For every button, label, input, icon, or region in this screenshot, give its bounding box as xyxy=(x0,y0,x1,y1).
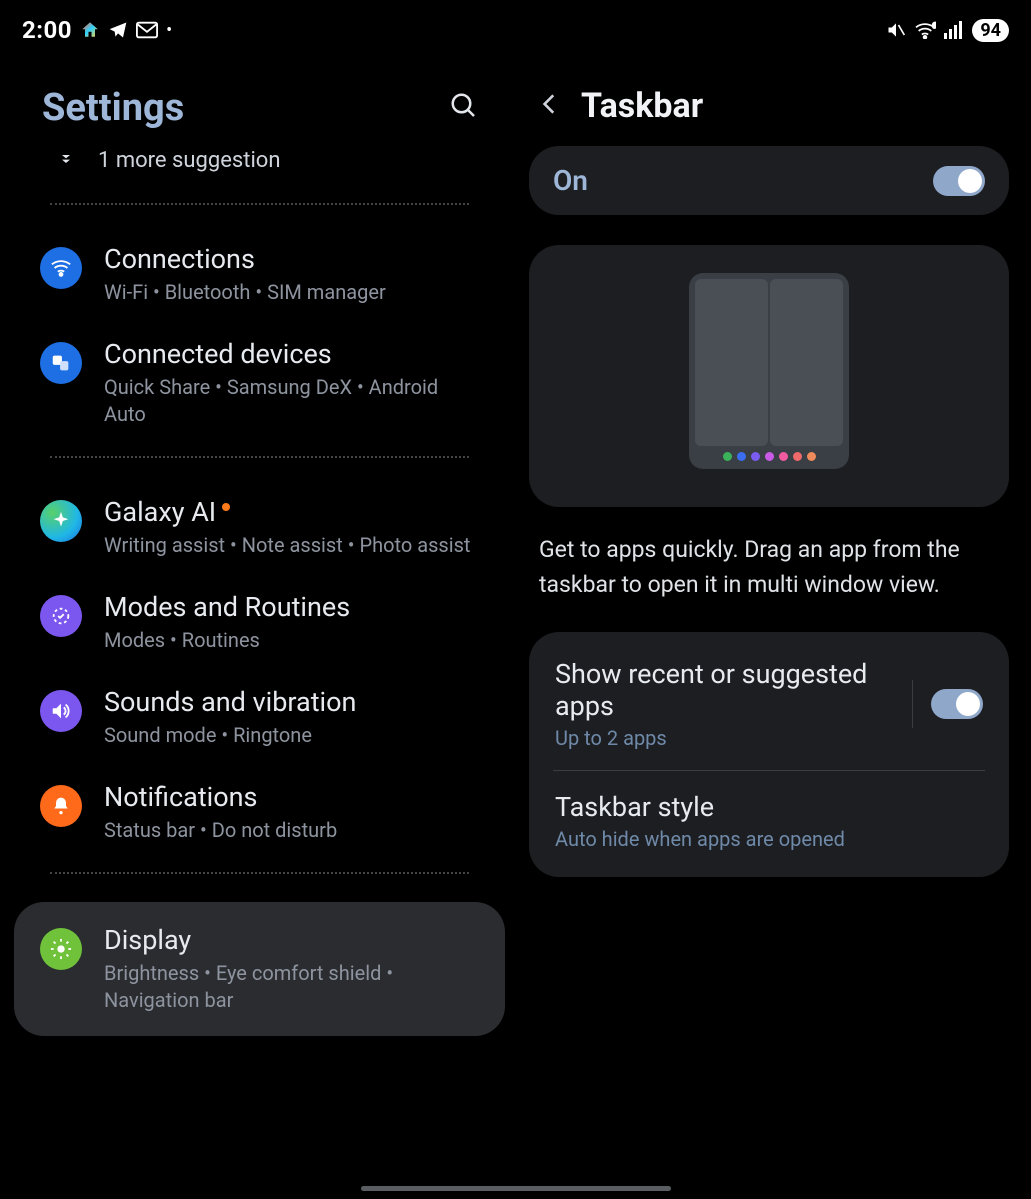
settings-item-modes-routines[interactable]: Modes and Routines Modes • Routines xyxy=(14,577,505,668)
taskbar-preview-card xyxy=(529,245,1009,507)
item-title: Galaxy AI xyxy=(104,496,470,528)
gmail-icon xyxy=(136,21,158,39)
taskbar-detail-pane: Taskbar On Get to apps quickly. Drag an … xyxy=(505,56,1031,1179)
taskbar-description: Get to apps quickly. Drag an app from th… xyxy=(529,507,1009,602)
settings-list-pane: Settings 1 more suggestion Connections W… xyxy=(0,56,505,1179)
more-notification-dot-icon: • xyxy=(166,20,172,41)
item-title: Connected devices xyxy=(104,338,475,370)
taskbar-options-card: Show recent or suggested apps Up to 2 ap… xyxy=(529,632,1009,877)
row-subtitle: Auto hide when apps are opened xyxy=(555,827,983,851)
settings-item-sounds-vibration[interactable]: Sounds and vibration Sound mode • Ringto… xyxy=(14,672,505,763)
divider xyxy=(50,456,469,458)
search-icon[interactable] xyxy=(449,91,479,125)
item-subtitle: Sound mode • Ringtone xyxy=(104,722,356,749)
bell-icon xyxy=(40,785,82,827)
expand-icon xyxy=(58,148,74,173)
show-recent-toggle[interactable] xyxy=(931,689,983,719)
settings-item-connected-devices[interactable]: Connected devices Quick Share • Samsung … xyxy=(14,324,505,442)
master-toggle-label: On xyxy=(553,164,588,197)
taskbar-style-row[interactable]: Taskbar style Auto hide when apps are op… xyxy=(553,771,985,871)
devices-icon xyxy=(40,342,82,384)
divider xyxy=(50,872,469,874)
wifi-circle-icon xyxy=(40,247,82,289)
item-title: Display xyxy=(104,924,475,956)
status-right: 6 94 xyxy=(886,19,1009,42)
home-indicator[interactable] xyxy=(361,1186,671,1191)
master-toggle[interactable] xyxy=(933,166,985,196)
divider xyxy=(50,203,469,205)
modes-icon xyxy=(40,595,82,637)
brightness-icon xyxy=(40,928,82,970)
svg-text:6: 6 xyxy=(933,21,937,30)
settings-item-notifications[interactable]: Notifications Status bar • Do not distur… xyxy=(14,767,505,858)
home-app-icon xyxy=(80,20,100,40)
telegram-icon xyxy=(108,20,128,40)
suggestion-text: 1 more suggestion xyxy=(98,148,281,173)
item-subtitle: Writing assist • Note assist • Photo ass… xyxy=(104,532,470,559)
settings-item-galaxy-ai[interactable]: Galaxy AI Writing assist • Note assist •… xyxy=(14,482,505,573)
preview-dock xyxy=(723,452,816,465)
back-icon[interactable] xyxy=(537,91,563,121)
show-recent-apps-row[interactable]: Show recent or suggested apps Up to 2 ap… xyxy=(553,638,985,770)
tablet-preview-icon xyxy=(689,273,849,469)
settings-title: Settings xyxy=(42,86,184,130)
detail-title: Taskbar xyxy=(581,86,703,126)
settings-suggestion-row[interactable]: 1 more suggestion xyxy=(14,136,505,191)
item-subtitle: Brightness • Eye comfort shield • Naviga… xyxy=(104,960,475,1014)
status-bar: 2:00 • 6 94 xyxy=(0,0,1031,56)
item-title-text: Galaxy AI xyxy=(104,496,216,528)
item-subtitle: Quick Share • Samsung DeX • Android Auto xyxy=(104,374,475,428)
item-title: Modes and Routines xyxy=(104,591,350,623)
item-subtitle: Wi-Fi • Bluetooth • SIM manager xyxy=(104,279,386,306)
item-subtitle: Modes • Routines xyxy=(104,627,350,654)
mute-icon xyxy=(886,20,906,40)
settings-item-connections[interactable]: Connections Wi-Fi • Bluetooth • SIM mana… xyxy=(14,229,505,320)
signal-icon xyxy=(944,21,964,39)
status-left: 2:00 • xyxy=(22,16,172,44)
sound-icon xyxy=(40,690,82,732)
separator xyxy=(912,680,913,728)
row-title: Show recent or suggested apps xyxy=(555,658,894,722)
item-title: Connections xyxy=(104,243,386,275)
item-title: Notifications xyxy=(104,781,337,813)
row-title: Taskbar style xyxy=(555,791,983,823)
settings-item-display[interactable]: Display Brightness • Eye comfort shield … xyxy=(14,902,505,1036)
sparkle-icon xyxy=(40,500,82,542)
item-title: Sounds and vibration xyxy=(104,686,356,718)
row-subtitle: Up to 2 apps xyxy=(555,726,894,750)
wifi-icon: 6 xyxy=(914,21,936,39)
battery-pill: 94 xyxy=(972,19,1009,42)
item-subtitle: Status bar • Do not disturb xyxy=(104,817,337,844)
new-badge-dot-icon xyxy=(222,503,230,511)
status-clock: 2:00 xyxy=(22,16,72,44)
master-toggle-card: On xyxy=(529,146,1009,215)
